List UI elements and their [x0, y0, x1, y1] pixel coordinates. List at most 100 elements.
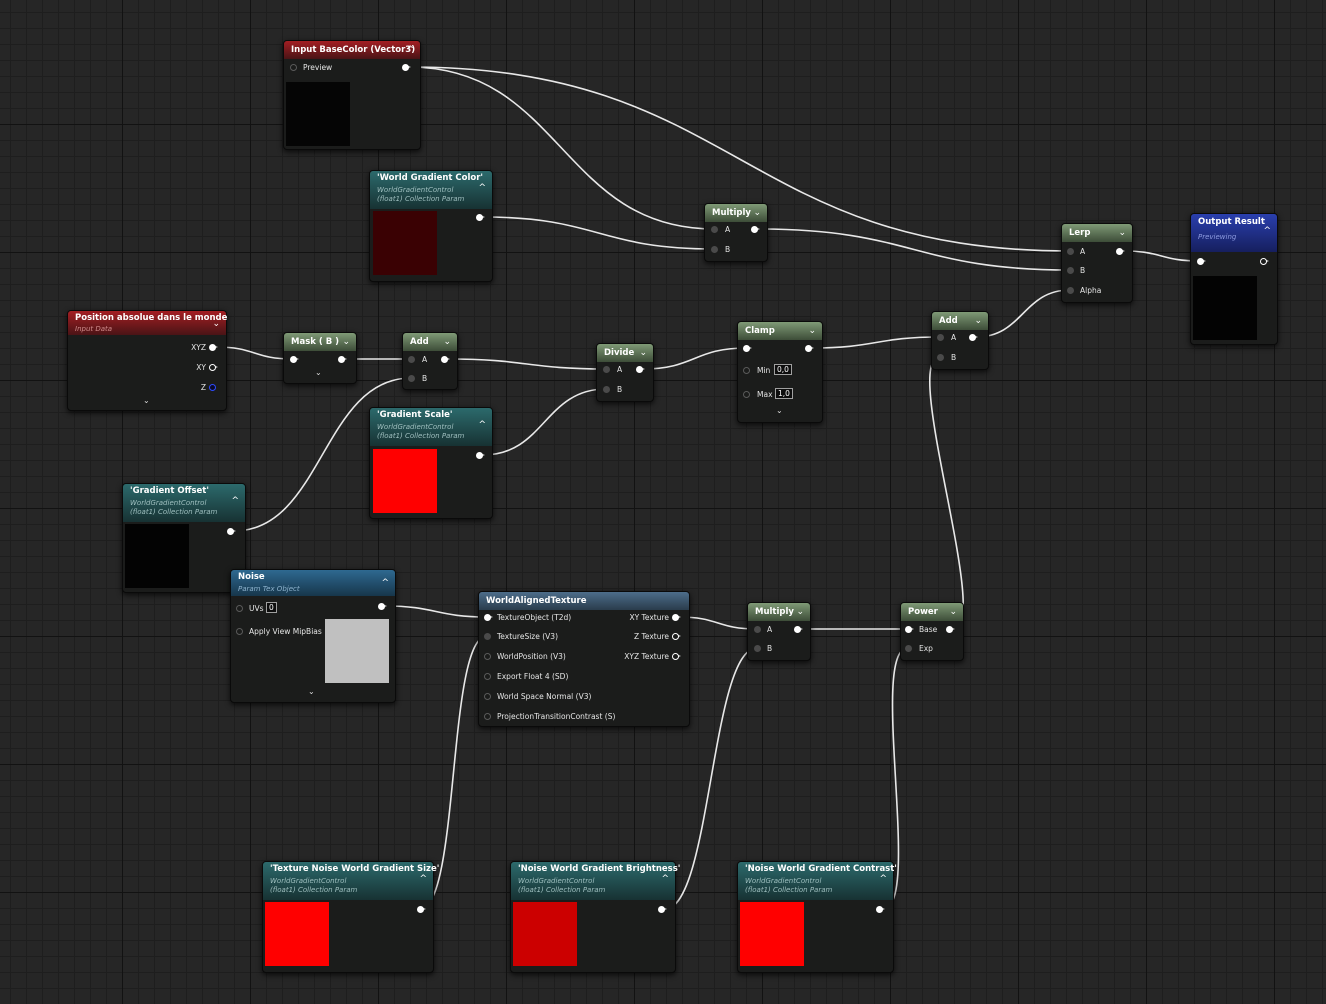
input-pin[interactable]	[290, 356, 299, 363]
preview-swatch	[373, 449, 437, 513]
b-input-pin[interactable]	[603, 386, 610, 393]
preview-input-pin[interactable]	[290, 64, 297, 71]
node-subtitle: (float1) Collection Param	[270, 886, 358, 894]
collapse-icon[interactable]: ^	[661, 872, 669, 886]
texturesize-input-pin[interactable]	[484, 633, 491, 640]
a-input-pin[interactable]	[937, 334, 944, 341]
max-value-field[interactable]: 1,0	[775, 388, 793, 399]
pin-label-preview: Preview	[303, 63, 333, 72]
xy-output-pin[interactable]	[209, 364, 218, 371]
z-output-pin[interactable]	[209, 384, 216, 391]
b-input-pin[interactable]	[937, 354, 944, 361]
output-pin[interactable]	[417, 906, 426, 913]
expand-chevron-icon[interactable]: ⌄	[315, 368, 322, 377]
worldposition-input-pin[interactable]	[484, 653, 491, 660]
output-pin[interactable]	[805, 345, 814, 352]
uvs-value-field[interactable]: 0	[266, 602, 277, 613]
pin-label-output: XY Texture	[629, 613, 669, 622]
pin-label-max: Max	[757, 390, 773, 399]
output-pin[interactable]	[476, 452, 485, 459]
chevron-down-icon[interactable]: ⌄	[808, 324, 816, 338]
connection-wire	[482, 216, 715, 250]
pin-label-xyz: XYZ	[191, 343, 206, 352]
mipbias-input-pin[interactable]	[236, 628, 243, 635]
a-input-pin[interactable]	[603, 366, 610, 373]
chevron-down-icon[interactable]: ⌄	[949, 605, 957, 619]
chevron-down-icon[interactable]: ⌄	[212, 317, 220, 331]
collapse-icon[interactable]: ^	[381, 576, 389, 590]
a-input-pin[interactable]	[408, 356, 415, 363]
b-input-pin[interactable]	[408, 375, 415, 382]
output-pin[interactable]	[227, 528, 236, 535]
node-title: 'Noise World Gradient Brightness'	[518, 864, 681, 874]
b-input-pin[interactable]	[711, 246, 718, 253]
a-input-pin[interactable]	[711, 226, 718, 233]
node-subtitle: WorldGradientControl	[377, 423, 454, 431]
min-input-pin[interactable]	[743, 367, 750, 374]
node-title: Add	[939, 316, 958, 326]
pin-label-b: B	[951, 353, 957, 362]
chevron-down-icon[interactable]: ⌄	[974, 314, 982, 328]
xyz-output-pin[interactable]	[209, 344, 218, 351]
output-pin[interactable]	[441, 356, 450, 363]
chevron-down-icon[interactable]: ⌄	[1118, 226, 1126, 240]
collapse-icon[interactable]: ^	[406, 43, 414, 57]
expand-chevron-icon[interactable]: ⌄	[776, 406, 783, 415]
b-input-pin[interactable]	[754, 645, 761, 652]
xyz-texture-output-pin[interactable]	[672, 653, 681, 660]
collapse-icon[interactable]: ^	[1263, 224, 1271, 238]
output-pin[interactable]	[751, 226, 760, 233]
chevron-down-icon[interactable]: ⌄	[796, 605, 804, 619]
output-pin[interactable]	[1116, 248, 1125, 255]
input-pin[interactable]	[743, 345, 752, 352]
output-pin[interactable]	[946, 626, 955, 633]
pin-label-b: B	[767, 644, 773, 653]
collapse-icon[interactable]: ^	[231, 494, 239, 508]
pin-label-a: A	[767, 625, 773, 634]
output-pin[interactable]	[338, 356, 347, 363]
collapse-icon[interactable]: ^	[478, 418, 486, 432]
node-title: Position absolue dans le monde	[75, 313, 228, 323]
output-pin[interactable]	[402, 64, 411, 71]
a-input-pin[interactable]	[754, 626, 761, 633]
collapse-icon[interactable]: ^	[419, 872, 427, 886]
node-subtitle: WorldGradientControl	[518, 877, 595, 885]
input-pin[interactable]	[1197, 258, 1206, 265]
expand-chevron-icon[interactable]: ⌄	[308, 687, 315, 696]
projectioncontrast-input-pin[interactable]	[484, 713, 491, 720]
output-pin[interactable]	[658, 906, 667, 913]
output-pin[interactable]	[636, 366, 645, 373]
output-pin[interactable]	[378, 603, 387, 610]
xy-texture-output-pin[interactable]	[672, 614, 681, 621]
node-title: Add	[410, 337, 429, 347]
collapse-icon[interactable]: ^	[879, 872, 887, 886]
pin-label-uvs: UVs	[249, 604, 264, 613]
chevron-down-icon[interactable]: ⌄	[342, 335, 350, 349]
connection-wire	[811, 336, 941, 349]
max-input-pin[interactable]	[743, 391, 750, 398]
output-pin[interactable]	[876, 906, 885, 913]
output-pin[interactable]	[969, 334, 978, 341]
textureobject-input-pin[interactable]	[484, 614, 493, 621]
expand-chevron-icon[interactable]: ⌄	[143, 396, 150, 405]
z-texture-output-pin[interactable]	[672, 633, 681, 640]
pin-label-b: B	[725, 245, 731, 254]
exportfloat4-input-pin[interactable]	[484, 673, 491, 680]
output-pin[interactable]	[1260, 258, 1269, 265]
node-subtitle: (float1) Collection Param	[745, 886, 833, 894]
min-value-field[interactable]: 0,0	[774, 364, 792, 375]
output-pin[interactable]	[476, 214, 485, 221]
base-input-pin[interactable]	[905, 626, 914, 633]
alpha-input-pin[interactable]	[1067, 287, 1074, 294]
chevron-down-icon[interactable]: ⌄	[443, 335, 451, 349]
output-pin[interactable]	[794, 626, 803, 633]
chevron-down-icon[interactable]: ⌄	[753, 206, 761, 220]
a-input-pin[interactable]	[1067, 248, 1074, 255]
chevron-down-icon[interactable]: ⌄	[639, 346, 647, 360]
b-input-pin[interactable]	[1067, 267, 1074, 274]
worldspacenormal-input-pin[interactable]	[484, 693, 491, 700]
exp-input-pin[interactable]	[905, 645, 912, 652]
uvs-input-pin[interactable]	[236, 605, 243, 612]
collapse-icon[interactable]: ^	[478, 181, 486, 195]
node-title: 'Gradient Offset'	[130, 486, 209, 496]
